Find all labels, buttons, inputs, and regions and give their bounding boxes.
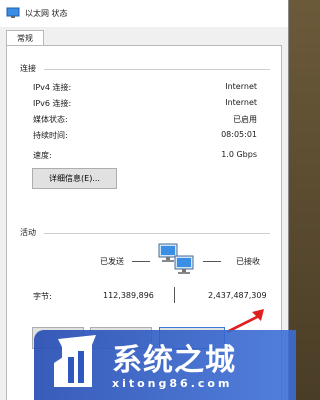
connection-separator xyxy=(44,69,270,70)
ipv4-value: Internet xyxy=(225,82,257,91)
bytes-divider xyxy=(174,287,175,303)
network-computers-icon xyxy=(158,243,194,274)
ipv4-label: IPv4 连接: xyxy=(33,83,72,92)
activity-section-title: 活动 xyxy=(20,228,36,237)
duration-label: 持续时间: xyxy=(33,131,68,140)
details-button[interactable]: 详细信息(E)... xyxy=(32,168,117,189)
sent-label: 已发送 xyxy=(100,257,124,266)
watermark-title: 系统之城 xyxy=(112,343,236,378)
watermark-url: xitong86.com xyxy=(112,377,233,390)
duration-value: 08:05:01 xyxy=(221,130,257,139)
speed-label: 速度: xyxy=(33,151,52,160)
bytes-received-value: 2,437,487,309 xyxy=(208,291,267,300)
ipv6-value: Internet xyxy=(225,98,257,107)
bytes-label: 字节: xyxy=(33,292,52,301)
connection-section-title: 连接 xyxy=(20,64,36,73)
title-bar: 以太网 状态 xyxy=(0,0,288,27)
ipv6-label: IPv6 连接: xyxy=(33,99,72,108)
speed-value: 1.0 Gbps xyxy=(221,150,257,159)
sent-dash xyxy=(132,261,150,262)
tab-general[interactable]: 常规 xyxy=(6,30,44,46)
activity-separator xyxy=(44,233,270,234)
media-state-value: 已启用 xyxy=(233,115,257,124)
window-title: 以太网 状态 xyxy=(25,9,68,18)
network-icon xyxy=(6,7,20,18)
media-state-label: 媒体状态: xyxy=(33,115,68,124)
received-dash xyxy=(203,261,221,262)
bytes-sent-value: 112,389,896 xyxy=(103,291,154,300)
watermark-logo xyxy=(54,335,96,387)
received-label: 已接收 xyxy=(236,257,260,266)
